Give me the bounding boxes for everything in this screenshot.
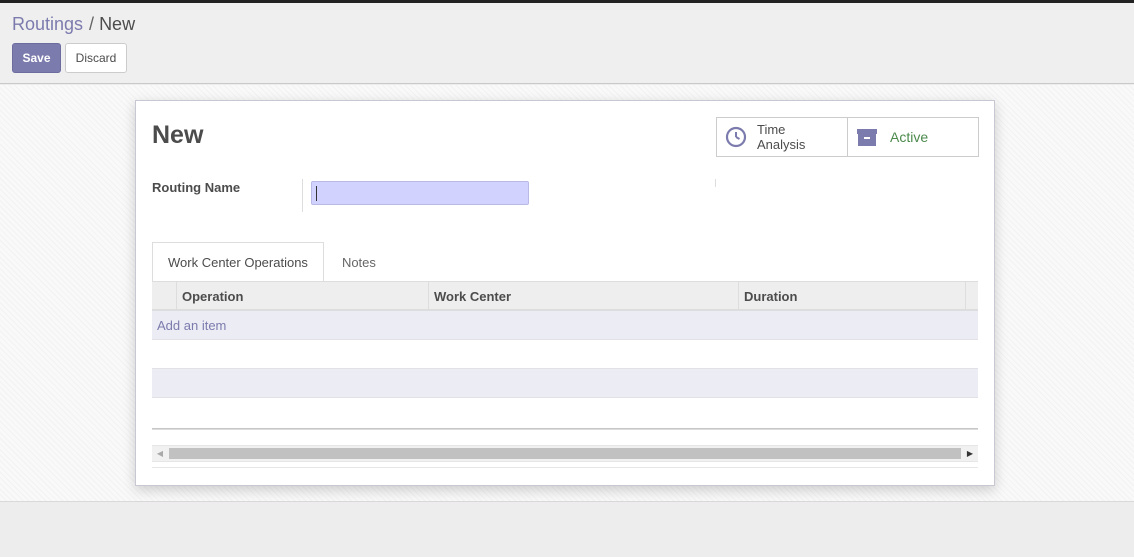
page-title: New	[152, 121, 204, 149]
time-analysis-button[interactable]: Time Analysis	[717, 118, 848, 156]
table-footer-line	[152, 428, 978, 430]
discard-button[interactable]: Discard	[65, 43, 127, 73]
operations-table: Operation Work Center Duration Add an it…	[152, 282, 978, 398]
scrollbar-thumb[interactable]	[169, 448, 961, 459]
tab-work-center-operations[interactable]: Work Center Operations	[152, 242, 324, 282]
tab-notes[interactable]: Notes	[324, 242, 394, 282]
column-header-duration[interactable]: Duration	[738, 282, 965, 311]
breadcrumb-current: New	[99, 14, 136, 34]
right-column-divider	[715, 179, 716, 187]
column-header-operation[interactable]: Operation	[176, 282, 428, 311]
column-header-work-center[interactable]: Work Center	[428, 282, 738, 311]
save-button[interactable]: Save	[12, 43, 61, 73]
label-divider	[302, 179, 303, 212]
table-header: Operation Work Center Duration	[152, 282, 978, 311]
table-row	[152, 369, 978, 398]
routing-name-label: Routing Name	[152, 180, 241, 195]
breadcrumb-routings-link[interactable]: Routings	[12, 14, 83, 34]
form-sheet: New Time Analysis Active Routing Name Wo…	[135, 100, 995, 486]
time-analysis-label: Time Analysis	[757, 122, 805, 152]
breadcrumb-separator: /	[89, 14, 95, 34]
archive-icon	[856, 126, 878, 148]
text-caret	[316, 186, 317, 201]
horizontal-scrollbar[interactable]: ◀ ▶	[152, 445, 978, 462]
column-header-extra	[965, 282, 978, 311]
active-toggle-button[interactable]: Active	[848, 118, 978, 156]
time-analysis-label-line2: Analysis	[757, 137, 806, 152]
scroll-right-icon[interactable]: ▶	[962, 446, 978, 461]
add-item-link[interactable]: Add an item	[157, 311, 226, 340]
table-row	[152, 340, 978, 369]
smart-button-box: Time Analysis Active	[716, 117, 979, 157]
control-panel: Routings / New Save Discard	[0, 3, 1134, 84]
breadcrumb: Routings / New	[12, 14, 135, 35]
clock-icon	[725, 126, 747, 148]
active-label: Active	[890, 128, 929, 145]
scroll-left-icon[interactable]: ◀	[152, 446, 168, 461]
time-analysis-label-line1: Time	[757, 122, 786, 137]
notebook-tabs: Work Center Operations Notes	[152, 242, 394, 282]
form-view-background: New Time Analysis Active Routing Name Wo…	[0, 85, 1134, 502]
routing-name-input[interactable]	[311, 181, 529, 205]
table-row: Add an item	[152, 311, 978, 340]
bottom-divider	[152, 467, 978, 468]
